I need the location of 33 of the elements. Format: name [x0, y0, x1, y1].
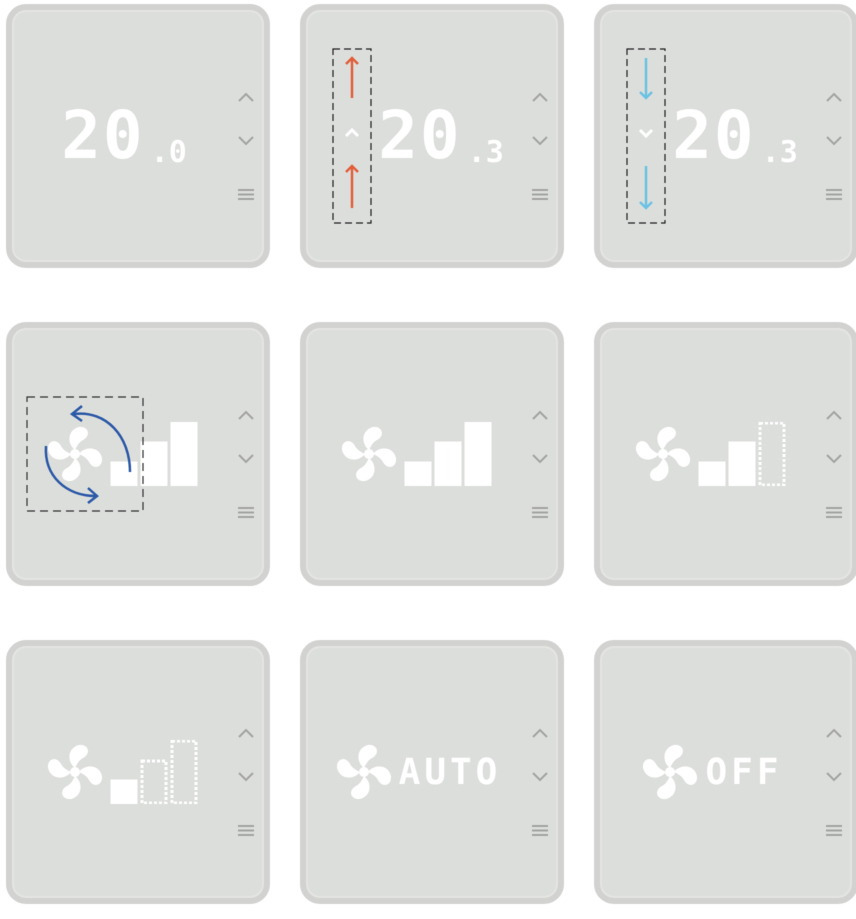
menu-icon[interactable]	[826, 824, 842, 837]
chevron-up-icon[interactable]	[531, 92, 549, 103]
chevron-down-icon[interactable]	[237, 135, 255, 146]
menu-icon[interactable]	[238, 824, 254, 837]
chevron-up-icon[interactable]	[825, 728, 843, 739]
chevron-up-icon[interactable]	[531, 410, 549, 421]
menu-icon[interactable]	[532, 188, 548, 201]
chevron-up-icon[interactable]	[825, 92, 843, 103]
fan-icon	[641, 743, 700, 801]
fan-icon	[634, 425, 692, 483]
chevron-down-icon[interactable]	[531, 453, 549, 464]
chevron-down-icon[interactable]	[237, 771, 255, 782]
menu-icon[interactable]	[826, 188, 842, 201]
chevron-down-icon[interactable]	[531, 771, 549, 782]
chevron-down-icon[interactable]	[825, 453, 843, 464]
menu-icon[interactable]	[238, 506, 254, 519]
chevron-up-icon[interactable]	[825, 410, 843, 421]
chevron-down-icon[interactable]	[825, 135, 843, 146]
chevron-up-icon[interactable]	[237, 410, 255, 421]
chevron-down-icon[interactable]	[825, 771, 843, 782]
menu-icon[interactable]	[532, 506, 548, 519]
chevron-down-icon[interactable]	[237, 453, 255, 464]
menu-icon[interactable]	[532, 824, 548, 837]
chevron-up-icon[interactable]	[237, 92, 255, 103]
chevron-up-icon[interactable]	[237, 728, 255, 739]
fan-icon	[334, 743, 393, 801]
fan-icon	[340, 425, 398, 483]
chevron-up-icon[interactable]	[531, 728, 549, 739]
menu-icon[interactable]	[826, 506, 842, 519]
chevron-down-icon[interactable]	[531, 135, 549, 146]
fan-icon	[46, 743, 104, 801]
menu-icon[interactable]	[238, 188, 254, 201]
fan-icon	[46, 425, 104, 483]
